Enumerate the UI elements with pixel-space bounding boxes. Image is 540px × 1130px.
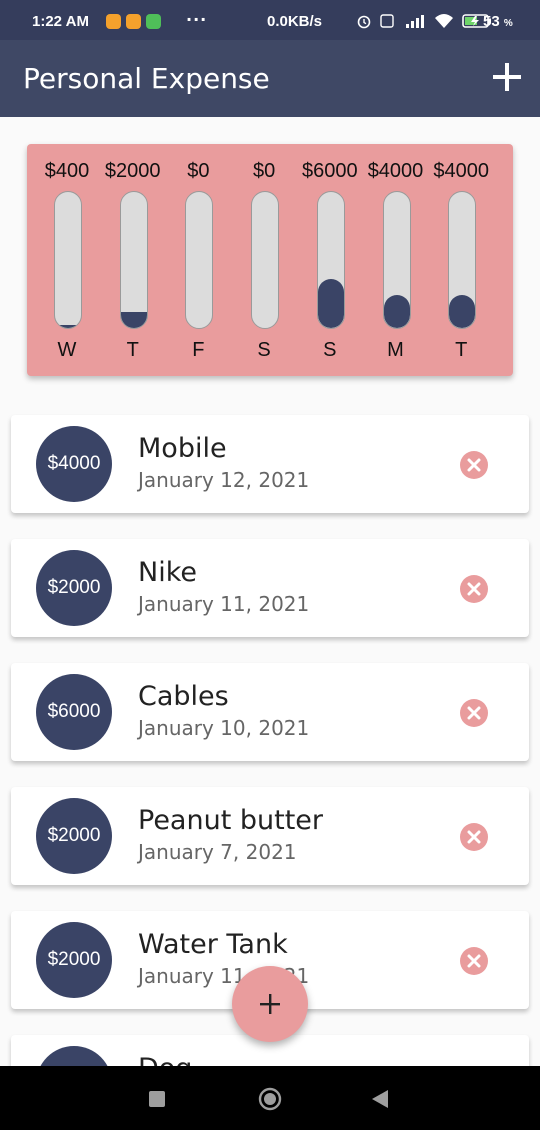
bar-day-label: T xyxy=(126,339,139,361)
bar-day-label: W xyxy=(57,339,77,361)
amount-avatar: $2000 xyxy=(36,922,112,998)
bar-track xyxy=(119,191,148,329)
bar-fill xyxy=(120,311,147,328)
delete-icon[interactable] xyxy=(460,823,488,851)
bar-track xyxy=(251,191,280,329)
delete-icon[interactable] xyxy=(460,699,488,727)
bar-track xyxy=(54,191,82,329)
bar-track xyxy=(185,191,214,329)
bar-amount-label: $2000 xyxy=(104,160,161,182)
chart-bar-column: $0 F xyxy=(165,144,231,376)
chart-bar-column: $4000 M xyxy=(363,144,429,376)
amount-avatar: $6000 xyxy=(36,674,112,750)
recents-button[interactable] xyxy=(149,1091,165,1107)
add-transaction-fab[interactable] xyxy=(232,966,308,1042)
item-date: January 7, 2021 xyxy=(138,840,297,864)
list-item: $4000 Mobile January 12, 2021 xyxy=(11,415,529,513)
chart-bar-column: $0 S xyxy=(231,144,297,376)
bar-track xyxy=(382,191,411,329)
bar-day-label: F xyxy=(192,339,205,361)
chart-bar-column: $4000 T xyxy=(428,144,494,376)
item-title: Mobile xyxy=(138,433,227,464)
bar-fill xyxy=(449,295,476,328)
transaction-list: $400 W $2000 T $0 F $0 S $6000 S $4000 M $4000 T $400… xyxy=(0,0,540,1066)
bar-amount-label: $0 xyxy=(252,160,276,182)
list-item: $2000 Nike January 11, 2021 xyxy=(11,539,529,637)
bar-amount-label: $400 xyxy=(44,160,90,182)
plus-icon xyxy=(260,994,280,1014)
delete-icon[interactable] xyxy=(460,575,488,603)
bar-amount-label: $0 xyxy=(187,160,210,182)
item-title: Dog xyxy=(138,1053,192,1066)
bar-day-label: S xyxy=(257,339,271,361)
item-date: January 10, 2021 xyxy=(138,716,310,740)
chart-bar-column: $400 W xyxy=(34,144,100,376)
item-title: Nike xyxy=(138,557,197,588)
item-title: Peanut butter xyxy=(138,805,324,836)
item-date: January 11, 2021 xyxy=(138,592,310,616)
bar-amount-label: $4000 xyxy=(433,160,489,182)
chart-bar-column: $6000 S xyxy=(297,144,363,376)
bar-day-label: S xyxy=(323,339,337,361)
amount-avatar: $2000 xyxy=(36,550,112,626)
weekly-chart: $400 W $2000 T $0 F $0 S $6000 S $4000 M $4000 T xyxy=(27,144,513,376)
bar-amount-label: $4000 xyxy=(367,160,424,182)
list-item: $2000 Peanut butter January 7, 2021 xyxy=(11,787,529,885)
home-button[interactable] xyxy=(258,1087,282,1111)
bar-fill xyxy=(55,324,81,328)
back-button[interactable] xyxy=(371,1089,389,1109)
item-date: January 12, 2021 xyxy=(138,468,310,492)
delete-icon[interactable] xyxy=(460,451,488,479)
bar-day-label: T xyxy=(455,339,468,361)
bar-track xyxy=(448,191,477,329)
item-title: Water Tank xyxy=(138,929,288,960)
bar-fill xyxy=(383,295,410,328)
list-item: $6000 Cables January 10, 2021 xyxy=(11,663,529,761)
item-title: Cables xyxy=(138,681,229,712)
chart-bar-column: $2000 T xyxy=(100,144,166,376)
bar-fill xyxy=(317,278,344,328)
system-nav-bar xyxy=(0,1066,540,1130)
amount-avatar: $2000 xyxy=(36,798,112,874)
amount-avatar: $4000 xyxy=(36,426,112,502)
bar-track xyxy=(316,191,345,329)
bar-amount-label: $6000 xyxy=(301,160,358,182)
delete-icon[interactable] xyxy=(460,947,488,975)
amount-avatar xyxy=(36,1046,112,1066)
bar-day-label: M xyxy=(387,339,404,361)
